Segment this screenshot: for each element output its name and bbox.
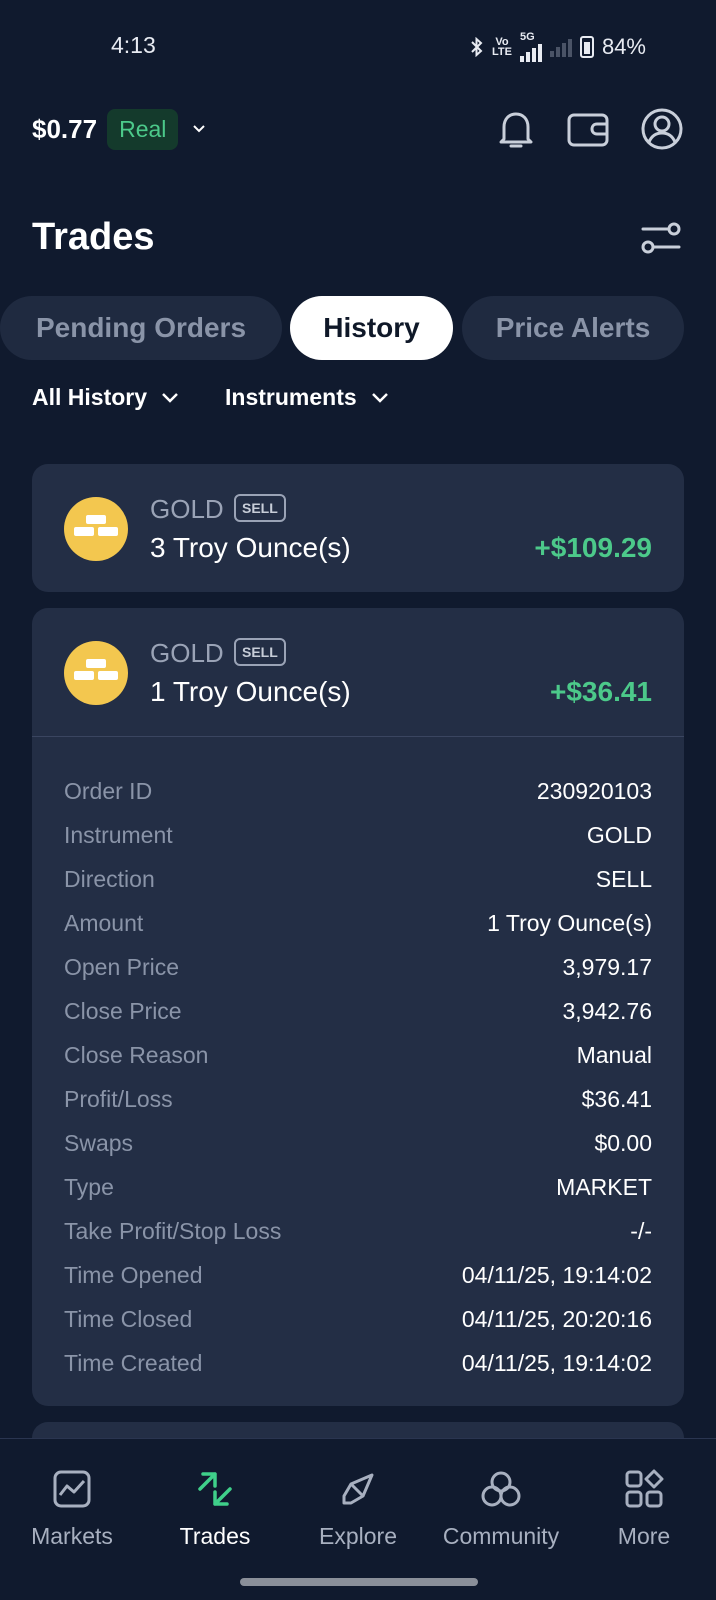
network-type: 5G <box>519 31 535 43</box>
history-filter-dropdown[interactable]: All History <box>32 384 179 411</box>
profile-icon[interactable] <box>640 107 684 151</box>
volte-icon: Vo LTE <box>491 36 512 58</box>
nav-community[interactable]: Community <box>431 1469 571 1550</box>
trade-pnl: +$109.29 <box>534 532 652 563</box>
grid-icon <box>625 1469 664 1508</box>
nav-more[interactable]: More <box>574 1469 714 1550</box>
gold-icon <box>64 641 128 705</box>
detail-row-close-reason: Close Reason Manual <box>64 1041 652 1068</box>
chart-icon <box>53 1470 91 1508</box>
filters-row: All History Instruments <box>32 384 389 411</box>
trade-arrows-icon <box>198 1472 232 1506</box>
trade-pnl: +$36.41 <box>550 676 652 707</box>
history-filter-label: All History <box>32 384 148 410</box>
nav-label: Explore <box>319 1523 397 1549</box>
account-header: $0.77 Real <box>32 104 684 154</box>
detail-row-time-closed: Time Closed 04/11/25, 20:20:16 <box>64 1305 652 1332</box>
account-balance[interactable]: $0.77 <box>32 114 97 145</box>
instrument-name: GOLD <box>150 494 224 524</box>
detail-row-tp-sl: Take Profit/Stop Loss -/- <box>64 1217 652 1244</box>
bluetooth-icon <box>471 37 483 57</box>
detail-row-open-price: Open Price 3,979.17 <box>64 953 652 980</box>
trade-tabs: Pending Orders History Price Alerts <box>0 296 716 360</box>
detail-row-type: Type MARKET <box>64 1173 652 1200</box>
chevron-down-icon <box>162 392 178 403</box>
signal-icon <box>519 42 542 62</box>
detail-row-swaps: Swaps $0.00 <box>64 1129 652 1156</box>
nav-markets[interactable]: Markets <box>2 1469 142 1550</box>
nav-label: Markets <box>31 1523 113 1549</box>
page-title: Trades <box>32 216 155 258</box>
nav-label: Trades <box>179 1523 251 1549</box>
signal-weak-icon <box>549 37 572 57</box>
status-bar: 4:13 Vo LTE 5G 84% <box>0 0 716 92</box>
tab-price-alerts[interactable]: Price Alerts <box>462 296 684 360</box>
battery-percent: 84% <box>601 34 646 59</box>
nav-label: Community <box>442 1523 560 1549</box>
bell-icon[interactable] <box>496 107 536 151</box>
instruments-filter-label: Instruments <box>225 384 357 410</box>
trade-card[interactable]: GOLD SELL 3 Troy Ounce(s) +$109.29 <box>32 464 684 592</box>
status-icons: Vo LTE 5G 84% <box>470 32 646 62</box>
detail-row-instrument: Instrument GOLD <box>64 821 652 848</box>
detail-row-direction: Direction SELL <box>64 865 652 892</box>
trade-details: Order ID 230920103 Instrument GOLD Directi… <box>32 737 684 1385</box>
gold-icon <box>64 497 128 561</box>
detail-row-time-opened: Time Opened 04/11/25, 19:14:02 <box>64 1261 652 1288</box>
instrument-name: GOLD <box>150 638 224 668</box>
nav-explore[interactable]: Explore <box>288 1469 428 1550</box>
detail-row-profit-loss: Profit/Loss $36.41 <box>64 1085 652 1112</box>
trade-card-expanded[interactable]: GOLD SELL 1 Troy Ounce(s) +$36.41 Order … <box>32 608 684 1406</box>
detail-row-amount: Amount 1 Troy Ounce(s) <box>64 909 652 936</box>
instruments-filter-dropdown[interactable]: Instruments <box>225 384 389 411</box>
account-type-badge[interactable]: Real <box>107 108 179 150</box>
bottom-nav: Markets Trades Explore Community More <box>0 1438 716 1600</box>
compass-icon <box>342 1473 374 1505</box>
trade-quantity: 3 Troy Ounce(s) <box>150 532 351 563</box>
chevron-down-icon <box>371 392 388 403</box>
detail-row-time-created: Time Created 04/11/25, 19:14:02 <box>64 1349 652 1376</box>
chevron-down-icon[interactable] <box>192 122 206 136</box>
filter-settings-icon[interactable] <box>640 220 682 256</box>
detail-row-order-id: Order ID 230920103 <box>64 777 652 804</box>
nav-trades[interactable]: Trades <box>145 1469 285 1550</box>
battery-icon <box>579 36 594 58</box>
home-indicator[interactable] <box>240 1578 478 1586</box>
nav-label: More <box>617 1523 671 1549</box>
community-icon <box>481 1471 521 1507</box>
tab-history[interactable]: History <box>290 296 453 360</box>
side-badge: SELL <box>234 638 286 666</box>
trade-quantity: 1 Troy Ounce(s) <box>150 676 351 707</box>
wallet-icon[interactable] <box>566 110 610 148</box>
side-badge: SELL <box>234 494 286 522</box>
detail-row-close-price: Close Price 3,942.76 <box>64 997 652 1024</box>
tab-pending-orders[interactable]: Pending Orders <box>0 296 282 360</box>
status-time: 4:13 <box>111 32 156 58</box>
